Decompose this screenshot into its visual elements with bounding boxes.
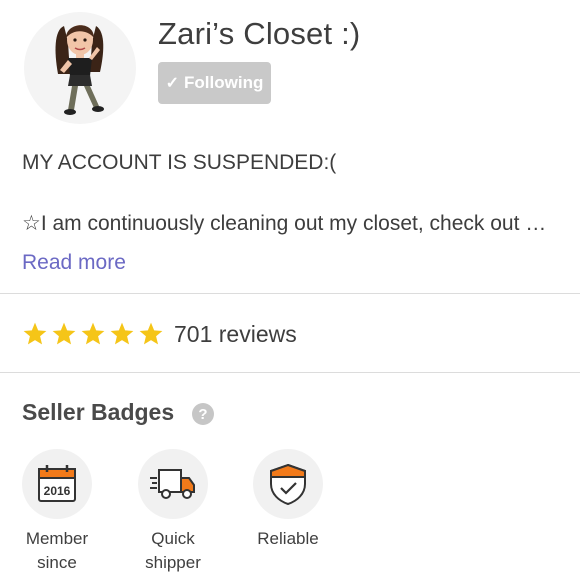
bio-line-2: ☆I am continuously cleaning out my close… xyxy=(22,212,562,235)
bio-line-1: MY ACCOUNT IS SUSPENDED:( xyxy=(22,151,337,174)
closet-header: Zari’s Closet :) ✓ Following xyxy=(0,0,580,140)
seller-badges-title: Seller Badges xyxy=(22,399,175,425)
reviews-count-link[interactable]: 701 reviews xyxy=(174,321,297,348)
badge-label: Quick shipper xyxy=(145,529,201,572)
badge-label: Reliable xyxy=(257,529,319,548)
calendar-year: 2016 xyxy=(44,484,71,498)
badge-reliable[interactable]: Reliable xyxy=(238,449,338,551)
star-icon xyxy=(110,322,134,345)
badge-member-since[interactable]: 2016 Member since xyxy=(7,449,107,575)
closet-name: Zari’s Closet :) xyxy=(158,16,361,51)
closet-page: Zari’s Closet :) ✓ Following MY ACCOUNT … xyxy=(0,0,580,580)
badge-circle xyxy=(253,449,323,519)
check-icon: ✓ xyxy=(165,75,180,92)
avatar[interactable] xyxy=(24,12,136,124)
help-icon[interactable]: ? xyxy=(192,403,214,425)
bitmoji-avatar-icon xyxy=(55,25,104,115)
badge-label: Member since xyxy=(25,529,89,572)
divider xyxy=(0,372,580,373)
star-rating[interactable] xyxy=(22,321,164,347)
divider xyxy=(0,293,580,294)
shield-check-icon xyxy=(270,463,306,506)
following-button[interactable]: ✓ Following xyxy=(158,62,271,104)
star-icon xyxy=(52,322,76,345)
badge-circle: 2016 xyxy=(22,449,92,519)
badge-circle xyxy=(138,449,208,519)
following-label: Following xyxy=(184,73,264,92)
star-icon xyxy=(23,322,47,345)
calendar-icon: 2016 xyxy=(38,465,76,502)
truck-icon xyxy=(150,469,195,499)
badge-quick-shipper[interactable]: Quick shipper xyxy=(123,449,223,575)
star-icon xyxy=(139,322,163,345)
star-icon xyxy=(81,322,105,345)
read-more-link[interactable]: Read more xyxy=(22,251,126,275)
